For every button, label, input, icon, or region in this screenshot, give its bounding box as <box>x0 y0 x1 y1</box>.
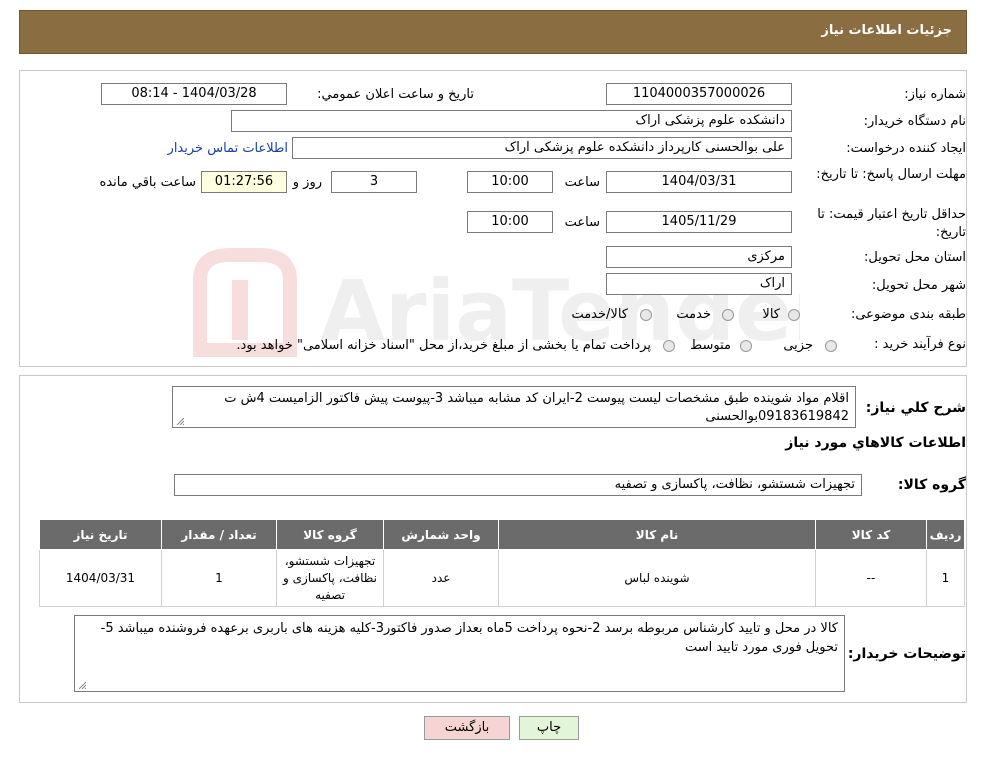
th-unit: واحد شمارش <box>383 519 499 550</box>
table-header-row: ردیف کد کالا نام کالا واحد شمارش گروه کا… <box>39 519 965 550</box>
page-header: جزئیات اطلاعات نیاز <box>19 10 967 54</box>
process-radio-minor[interactable] <box>825 340 837 352</box>
buyer-notes-label: توضیحات خریدار: <box>847 646 966 662</box>
category-radio-goods-service[interactable] <box>640 309 652 321</box>
process-note: پرداخت تمام یا بخشی از مبلغ خرید،از محل … <box>236 338 651 353</box>
th-name: نام کالا <box>498 519 816 550</box>
goods-group-field: تجهیزات شستشو، نظافت، پاکسازی و تصفیه <box>174 474 862 496</box>
category-option-goods-service: کالا/خدمت <box>571 307 628 322</box>
resize-grip-icon <box>78 681 86 689</box>
category-radio-service[interactable] <box>722 309 734 321</box>
category-option-service: خدمت <box>676 307 711 322</box>
need-number-label: شماره نیاز: <box>904 87 966 102</box>
category-label: طبقه بندی موضوعی: <box>850 307 966 322</box>
creator-field: علی بوالحسنی کارپرداز دانشکده علوم پزشکی… <box>292 137 792 159</box>
province-field: مرکزی <box>606 246 792 268</box>
need-number-field: 1104000357000026 <box>606 83 792 105</box>
price-validity-label: حداقل تاریخ اعتبار قیمت: تا تاریخ: <box>817 207 966 240</box>
cell-date: 1404/03/31 <box>39 549 162 607</box>
th-code: کد کالا <box>815 519 927 550</box>
process-radio-medium[interactable] <box>740 340 752 352</box>
cell-row: 1 <box>926 549 965 607</box>
city-label: شهر محل تحویل: <box>871 278 966 293</box>
announce-date-label: تاریخ و ساعت اعلان عمومي: <box>317 87 474 102</box>
reply-date-field: 1404/03/31 <box>606 171 792 193</box>
reply-days-field: 3 <box>331 171 417 193</box>
cell-group: تجهیزات شستشو، نظافت، پاکسازی و تصفیه <box>276 549 384 607</box>
reply-time-label: ساعت <box>564 175 600 190</box>
description-label: شرح کلي نياز: <box>865 400 966 416</box>
process-option-medium: متوسط <box>690 338 731 353</box>
category-option-goods: کالا <box>762 307 780 322</box>
buyer-notes-text: کالا در محل و تایید کارشناس مربوطه برسد … <box>100 621 838 655</box>
th-group: گروه کالا <box>276 519 384 550</box>
price-validity-time-field: 10:00 <box>467 211 553 233</box>
price-validity-date-field: 1405/11/29 <box>606 211 792 233</box>
category-radio-goods[interactable] <box>788 309 800 321</box>
process-label: نوع فرآیند خرید : <box>874 337 966 352</box>
back-button[interactable]: بازگشت <box>424 716 510 740</box>
buyer-org-label: نام دستگاه خریدار: <box>863 114 966 129</box>
table-row: 1 -- شوینده لباس عدد تجهیزات شستشو، نظاف… <box>39 549 965 607</box>
cell-qty: 1 <box>161 549 277 607</box>
goods-info-title: اطلاعات کالاهاي مورد نياز <box>785 435 966 451</box>
buyer-notes-textarea[interactable]: کالا در محل و تایید کارشناس مربوطه برسد … <box>74 615 845 692</box>
cell-code: -- <box>815 549 927 607</box>
remaining-time-field: 01:27:56 <box>201 171 287 193</box>
th-row: ردیف <box>926 519 965 550</box>
th-qty: تعداد / مقدار <box>161 519 277 550</box>
city-field: اراک <box>606 273 792 295</box>
print-button[interactable]: چاپ <box>519 716 579 740</box>
buyer-org-field: دانشکده علوم پزشکی اراک <box>231 110 792 132</box>
reply-time-field: 10:00 <box>467 171 553 193</box>
days-label: روز و <box>292 175 322 190</box>
goods-group-label: گروه کالا: <box>897 477 966 493</box>
announce-date-field: 1404/03/28 - 08:14 <box>101 83 287 105</box>
cell-name: شوینده لباس <box>498 549 816 607</box>
description-text: اقلام مواد شوینده طبق مشخصات لیست پیوست … <box>224 391 849 424</box>
creator-label: ایجاد کننده درخواست: <box>846 141 966 156</box>
reply-deadline-label: مهلت ارسال پاسخ: تا تاریخ: <box>816 167 966 182</box>
description-textarea[interactable]: اقلام مواد شوینده طبق مشخصات لیست پیوست … <box>172 386 856 428</box>
province-label: استان محل تحویل: <box>864 250 966 265</box>
process-option-minor: جزیی <box>783 338 813 353</box>
page-title: جزئیات اطلاعات نیاز <box>821 23 952 38</box>
price-validity-time-label: ساعت <box>564 215 600 230</box>
cell-unit: عدد <box>383 549 499 607</box>
remaining-label: ساعت باقي مانده <box>99 175 196 190</box>
th-date: تاریخ نیاز <box>39 519 162 550</box>
items-table: ردیف کد کالا نام کالا واحد شمارش گروه کا… <box>39 519 965 607</box>
process-radio-treasury[interactable] <box>663 340 675 352</box>
resize-grip-icon <box>176 417 184 425</box>
buyer-contact-link[interactable]: اطلاعات تماس خریدار <box>168 141 288 156</box>
